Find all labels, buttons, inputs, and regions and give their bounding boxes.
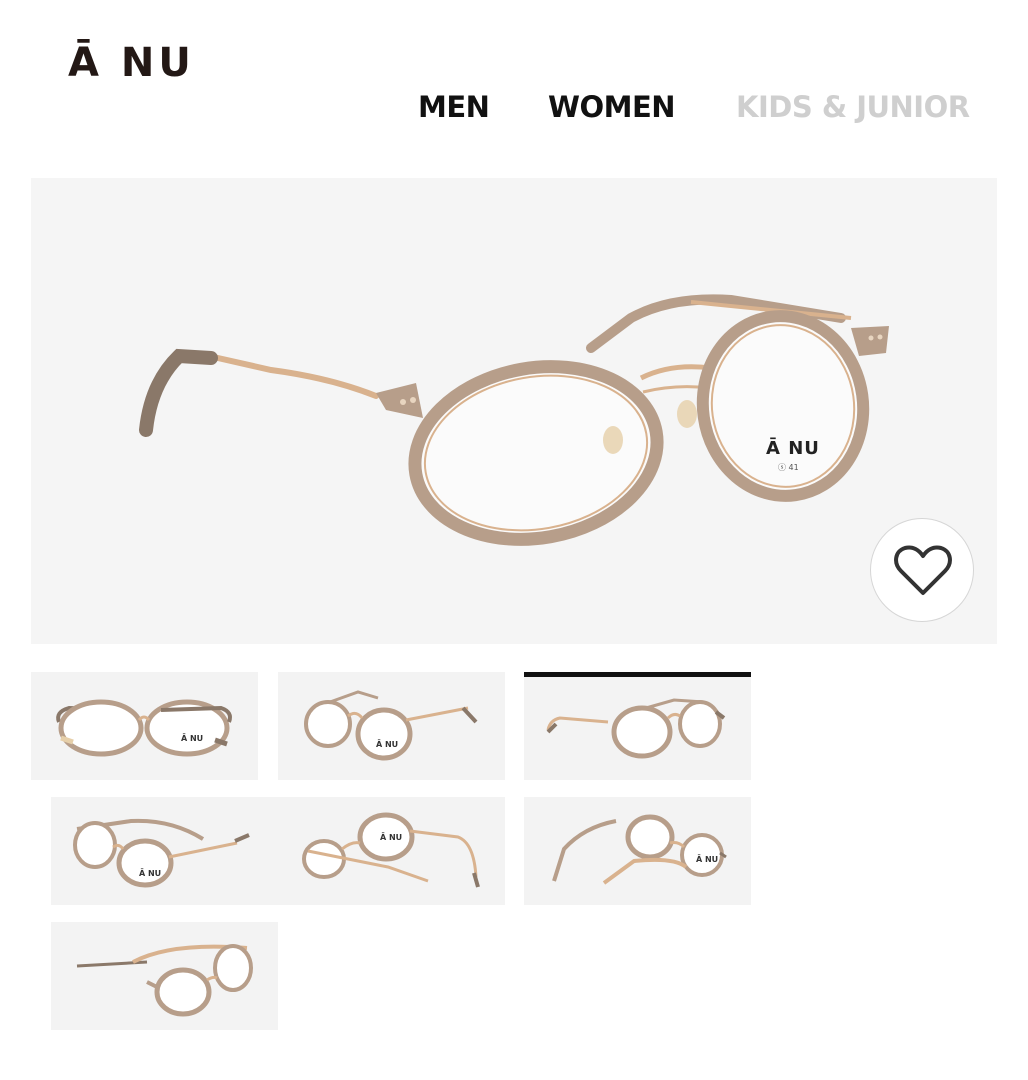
lens-logo: Ā NU — [696, 855, 719, 864]
thumbnail-front-right[interactable] — [524, 672, 751, 780]
glasses-thumbnail-icon — [76, 944, 253, 1017]
glasses-thumbnail-icon — [552, 814, 727, 885]
glasses-thumbnail-icon — [56, 699, 232, 757]
product-main-image: Ā NU ⓢ 41 — [31, 178, 997, 644]
tab-men[interactable]: MEN — [418, 90, 490, 124]
glasses-thumbnail-icon — [546, 698, 726, 759]
glasses-illustration — [139, 294, 889, 546]
thumbnail-left-three-quarter[interactable]: Ā NU — [51, 797, 278, 905]
glasses-thumbnail-icon — [304, 690, 478, 761]
tab-kids-junior[interactable]: KIDS & JUNIOR — [736, 90, 970, 124]
lens-logo: Ā NU — [380, 833, 403, 842]
thumbnail-front-left[interactable]: Ā NU — [278, 672, 505, 780]
glasses-thumbnail-icon — [73, 818, 250, 888]
thumbnail-top-right[interactable]: Ā NU — [524, 797, 751, 905]
lens-logo: Ā NU — [181, 734, 204, 743]
lens-sub-mark: ⓢ 41 — [778, 463, 799, 472]
thumbnail-side[interactable] — [51, 922, 278, 1030]
lens-logo: Ā NU — [376, 740, 399, 749]
thumbnail-front[interactable]: Ā NU — [31, 672, 258, 780]
heart-outline-icon — [894, 545, 952, 595]
thumbnail-right-three-quarter[interactable]: Ā NU — [278, 797, 505, 905]
lens-logo: Ā NU — [139, 869, 162, 878]
glasses-thumbnail-icon — [302, 812, 480, 888]
brand-logo[interactable]: Ā NU — [68, 40, 195, 86]
favorite-button[interactable] — [870, 518, 974, 622]
lens-logo: Ā NU — [766, 438, 820, 459]
category-nav: MEN WOMEN KIDS & JUNIOR — [0, 90, 1028, 126]
tab-women[interactable]: WOMEN — [548, 90, 676, 124]
